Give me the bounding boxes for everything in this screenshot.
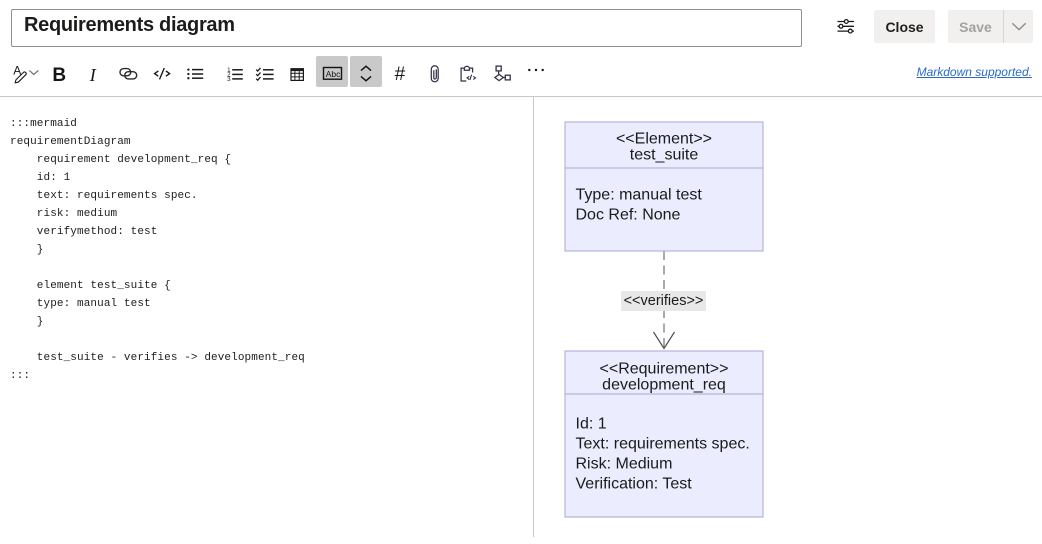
svg-text:B: B xyxy=(52,65,66,86)
svg-text:3: 3 xyxy=(227,76,231,83)
svg-text:development_req: development_req xyxy=(602,377,726,394)
svg-text:Text: requirements spec.: Text: requirements spec. xyxy=(576,436,750,453)
svg-text:Verification: Test: Verification: Test xyxy=(576,476,693,493)
svg-text:<<Requirement>>: <<Requirement>> xyxy=(600,361,729,378)
svg-text:<<Element>>: <<Element>> xyxy=(616,131,712,148)
svg-text:Id: 1: Id: 1 xyxy=(576,416,607,433)
svg-text:I: I xyxy=(89,65,97,85)
svg-text:<<verifies>>: <<verifies>> xyxy=(624,293,704,309)
svg-text:Doc Ref: None: Doc Ref: None xyxy=(576,207,681,224)
svg-text:#: # xyxy=(395,64,406,85)
svg-text:Type: manual test: Type: manual test xyxy=(576,187,703,204)
svg-text:test_suite: test_suite xyxy=(630,147,699,164)
svg-text:Risk: Medium: Risk: Medium xyxy=(576,456,673,473)
svg-text:Abc: Abc xyxy=(326,69,341,79)
